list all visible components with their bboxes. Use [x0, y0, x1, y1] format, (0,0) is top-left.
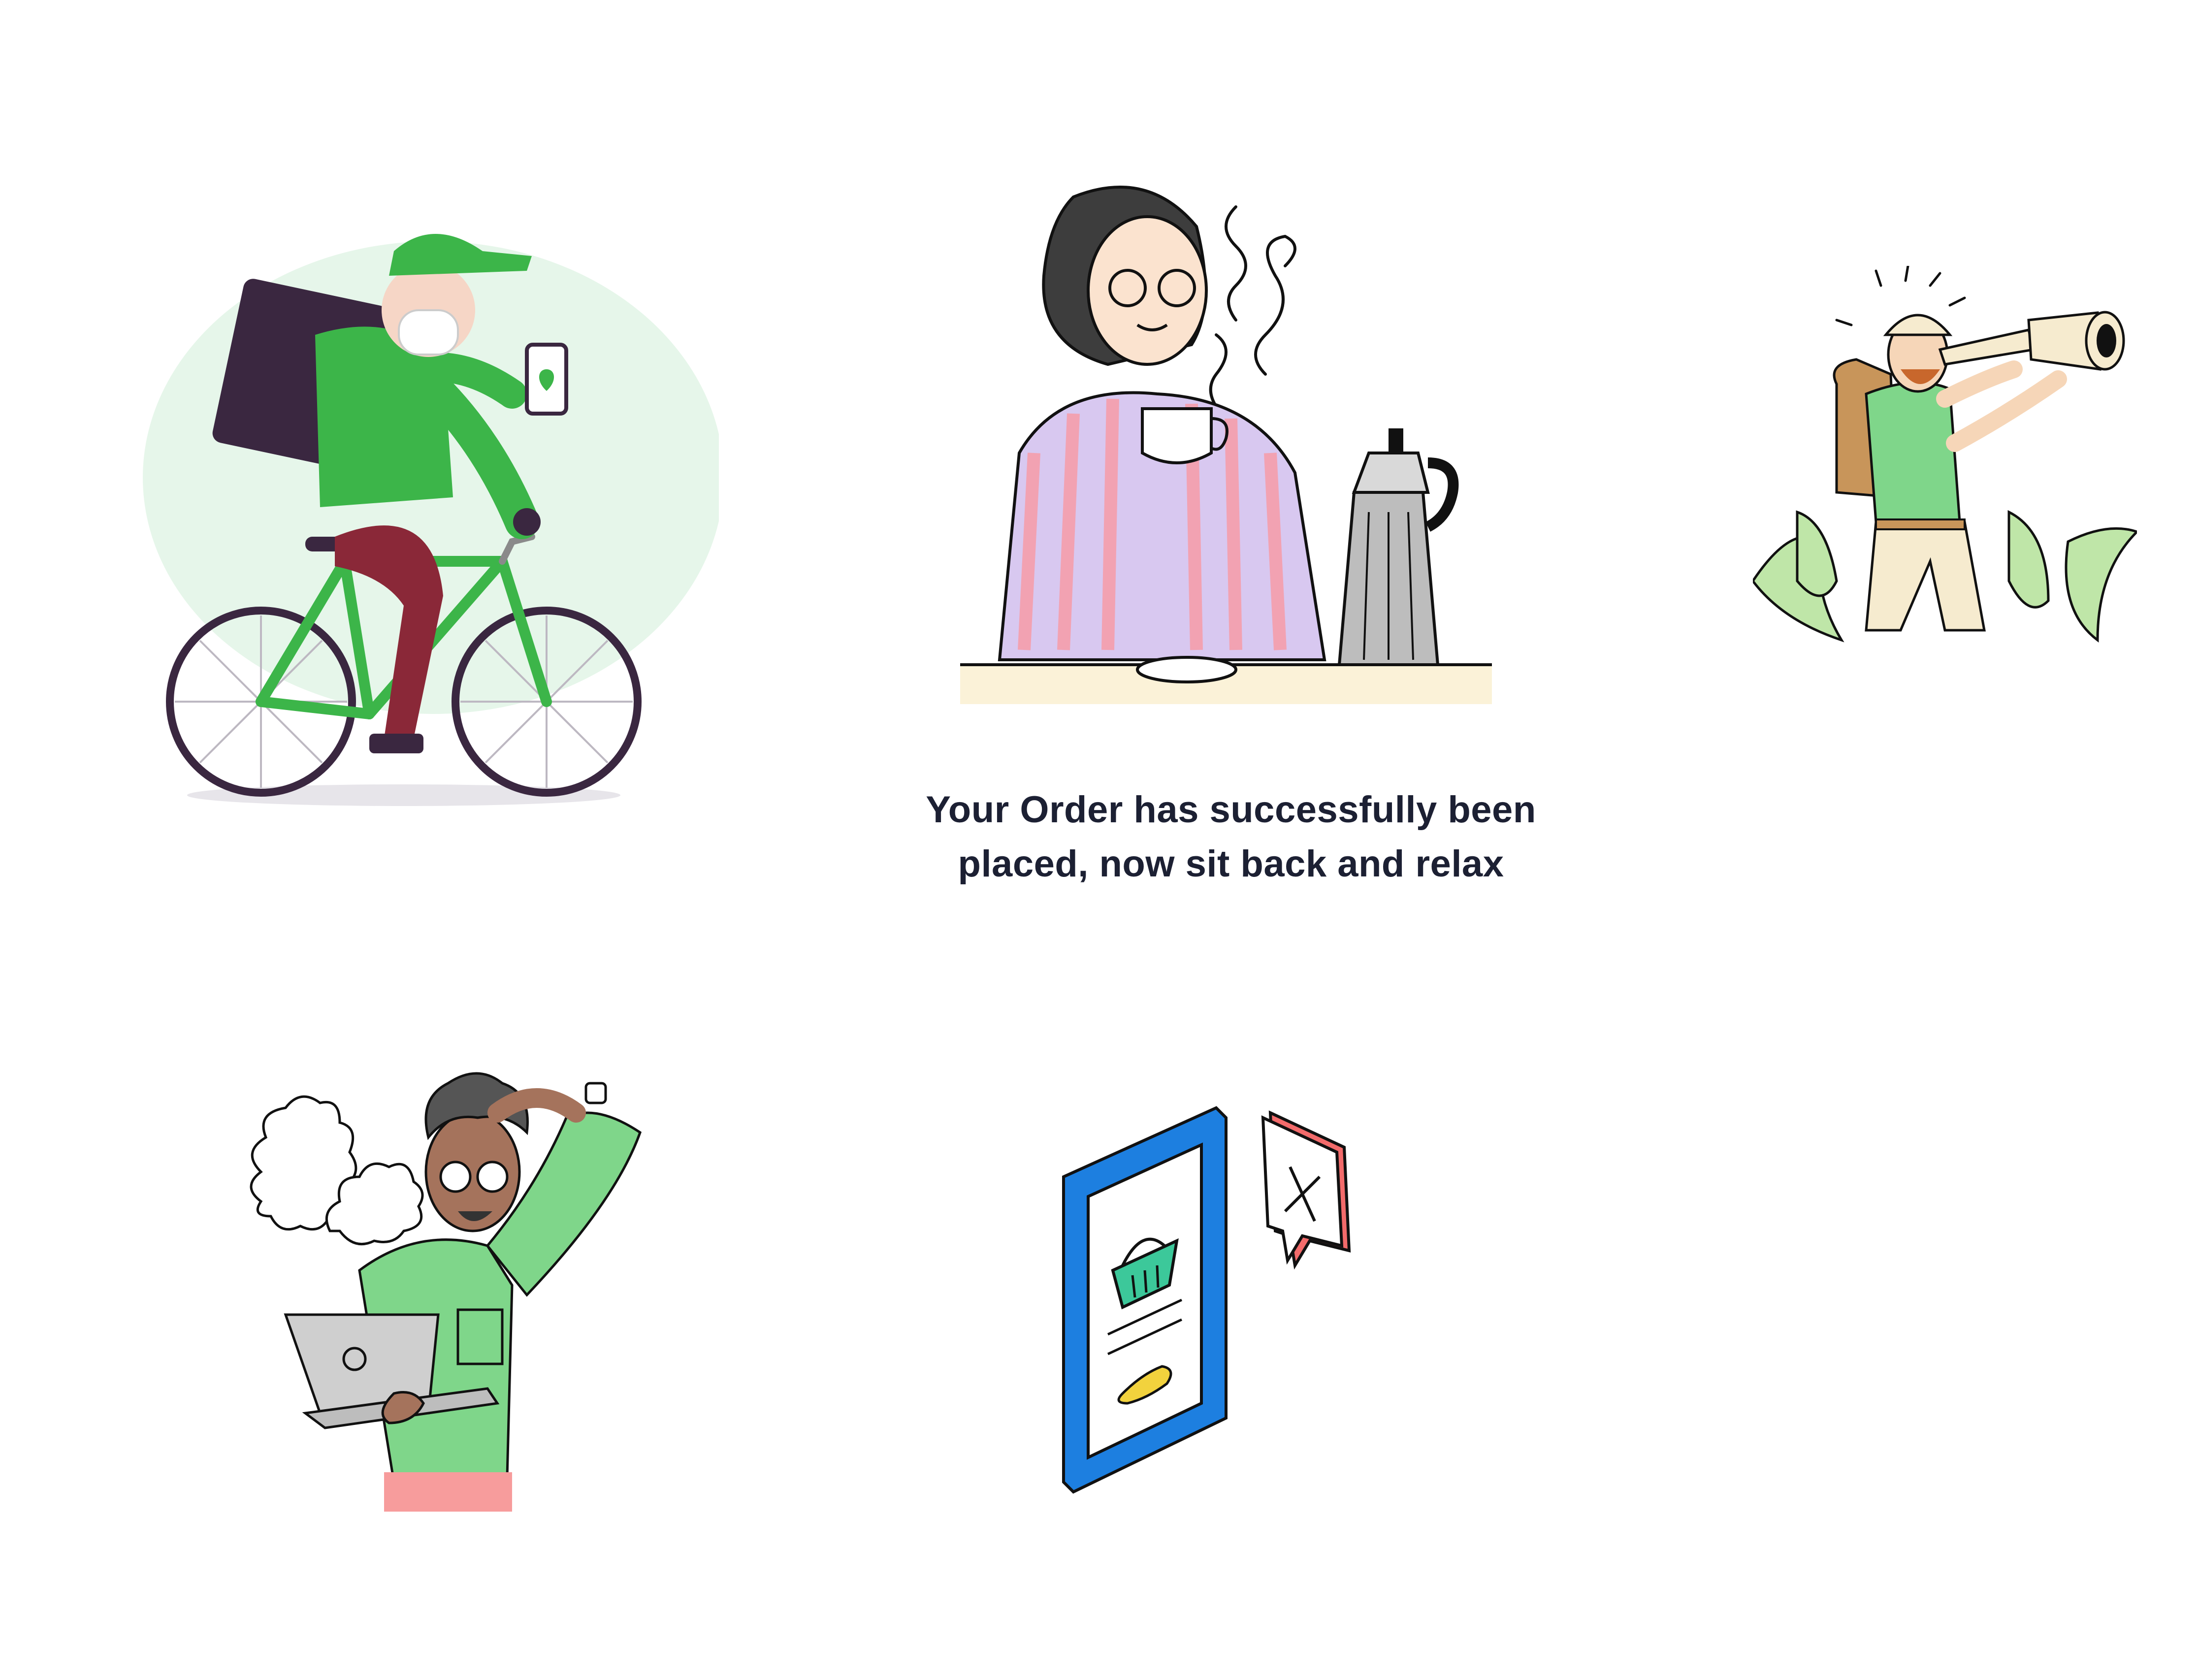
- coffee-relax-icon: [960, 186, 1492, 704]
- order-success-line-2: placed, now sit back and relax: [958, 843, 1504, 885]
- illustration-board: Your Order has successfully been placed,…: [0, 0, 2198, 1680]
- phone-basket-error-icon: [1062, 1106, 1351, 1494]
- order-failed-illustration: [1054, 1098, 1398, 1502]
- smoking-laptop-icon: [250, 1072, 642, 1512]
- order-success-message: Your Order has successfully been placed,…: [778, 783, 1684, 891]
- order-success-line-1: Your Order has successfully been: [926, 789, 1536, 831]
- explorer-illustration: [1753, 266, 2137, 660]
- telescope-explorer-icon: [1753, 266, 2137, 643]
- delivery-courier-illustration: [138, 222, 719, 812]
- woman-coffee-illustration: [960, 177, 1492, 709]
- courier-bicycle-icon: [143, 234, 719, 806]
- frustrated-man-illustration: [231, 1039, 655, 1512]
